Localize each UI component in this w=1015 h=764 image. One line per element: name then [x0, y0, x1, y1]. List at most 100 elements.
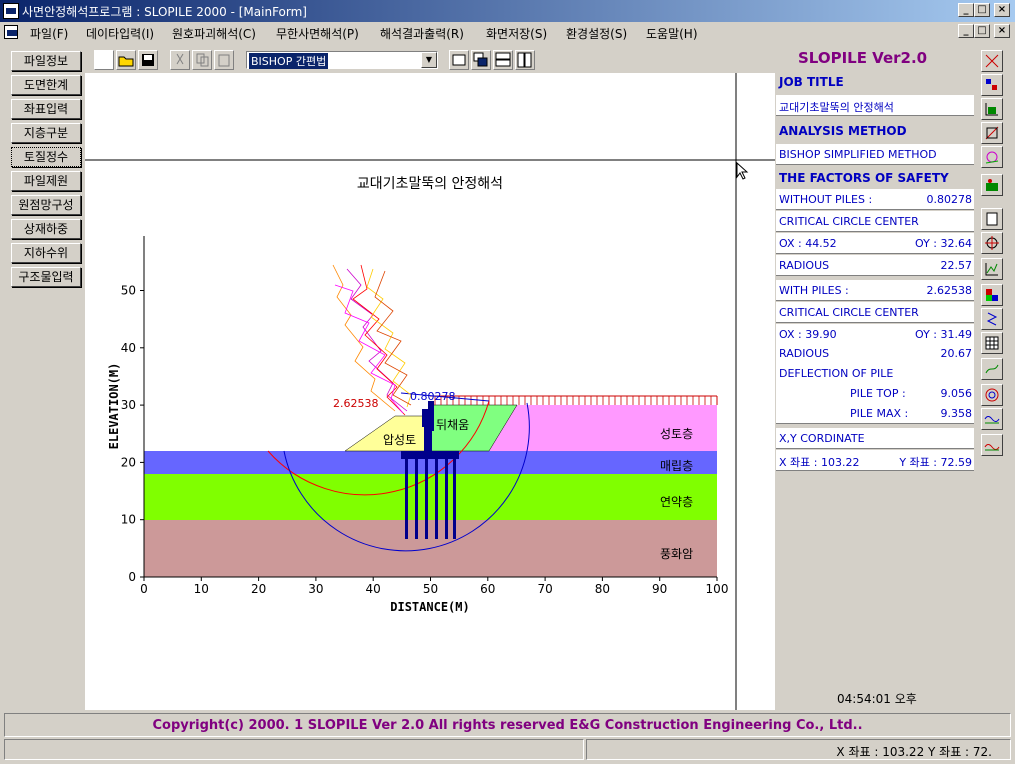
with-piles-value: 2.62538	[926, 284, 973, 297]
pile-max-label: PILE MAX :	[850, 407, 909, 420]
with-piles-label: WITH PILES :	[779, 284, 849, 297]
btn-water-level[interactable]: 지하수위	[11, 243, 81, 263]
oy1-value: OY : 32.64	[915, 237, 972, 250]
layer-label-embankment: 성토층	[660, 427, 693, 441]
method-head-text: ANALYSIS METHOD	[779, 124, 907, 138]
tool-target-icon[interactable]	[981, 232, 1003, 254]
copy-icon[interactable]	[192, 50, 212, 70]
pile-max-value: 9.358	[940, 407, 973, 420]
new-file-icon[interactable]	[94, 50, 114, 70]
close-button[interactable]: ×	[994, 3, 1010, 17]
layer-soft	[144, 474, 717, 520]
cut-icon[interactable]	[170, 50, 190, 70]
tool-circle-icon[interactable]	[981, 146, 1003, 168]
btn-layer-divide[interactable]: 지층구분	[11, 123, 81, 143]
btn-structure-input[interactable]: 구조물입력	[11, 267, 81, 287]
without-piles-label: WITHOUT PILES :	[779, 193, 873, 206]
radius2-row: RADIOUS 20.67	[776, 343, 974, 364]
x-tick-label: 30	[308, 582, 323, 596]
method-select-value: BISHOP 간편법	[249, 53, 329, 69]
tool-slope-icon[interactable]	[981, 122, 1003, 144]
menu-help[interactable]: 도움말(H)	[646, 25, 698, 42]
job-title-value: 교대기초말뚝의 안정해석	[779, 101, 894, 114]
x-tick-label: 60	[480, 582, 495, 596]
pile-top-value: 9.056	[940, 387, 973, 400]
ccc1-label: CRITICAL CIRCLE CENTER	[779, 215, 919, 228]
pile-top-label: PILE TOP :	[850, 387, 906, 400]
without-piles-value: 0.80278	[926, 193, 973, 206]
app-icon[interactable]	[3, 3, 19, 19]
minimize-button[interactable]: _	[958, 3, 974, 17]
tile-horizontal-icon[interactable]	[493, 50, 513, 70]
tool-coord-icon[interactable]	[981, 98, 1003, 120]
cascade-icon[interactable]	[471, 50, 491, 70]
tool-result-icon[interactable]	[981, 434, 1003, 456]
ccc1-row: CRITICAL CIRCLE CENTER	[776, 211, 974, 232]
btn-file-info[interactable]: 파일정보	[11, 51, 81, 71]
copyright-bar: Copyright(c) 2000. 1 SLOPILE Ver 2.0 All…	[4, 713, 1011, 737]
x-coord-value: X 좌표 : 103.22	[779, 456, 860, 469]
btn-surcharge[interactable]: 상재하중	[11, 219, 81, 239]
chevron-down-icon[interactable]: ▼	[421, 52, 437, 68]
tool-deflection-icon[interactable]	[981, 308, 1003, 330]
job-title-row: 교대기초말뚝의 안정해석	[776, 95, 974, 116]
btn-drawing-limit[interactable]: 도면한계	[11, 75, 81, 95]
method-value: BISHOP SIMPLIFIED METHOD	[779, 148, 937, 161]
btn-soil-params[interactable]: 토질정수	[11, 147, 81, 167]
tool-wave-icon[interactable]	[981, 408, 1003, 430]
tool-table-icon[interactable]	[981, 332, 1003, 354]
x-tick-label: 50	[423, 582, 438, 596]
maximize-button[interactable]: □	[974, 3, 990, 17]
menu-infinite-slope[interactable]: 무한사면해석(P)	[276, 25, 359, 42]
mdi-icon[interactable]	[4, 25, 18, 39]
print-preview-icon[interactable]	[449, 50, 469, 70]
oy2-value: OY : 31.49	[915, 328, 972, 341]
layer-label-rock: 풍화암	[660, 547, 693, 561]
xy-head-row: X,Y CORDINATE	[776, 428, 974, 449]
radius2-value: 20.67	[940, 347, 973, 360]
tool-print-icon[interactable]	[981, 208, 1003, 230]
menu-file[interactable]: 파일(F)	[30, 25, 68, 42]
without-piles-row: WITHOUT PILES : 0.80278	[776, 189, 974, 210]
open-folder-icon[interactable]	[116, 50, 136, 70]
mdi-close-button[interactable]: ×	[994, 24, 1010, 38]
mdi-minimize-button[interactable]: _	[958, 24, 974, 38]
menu-settings[interactable]: 환경설정(S)	[566, 25, 627, 42]
oxoy1-row: OX : 44.52 OY : 32.64	[776, 233, 974, 254]
x-tick-label: 20	[251, 582, 266, 596]
btn-coord-input[interactable]: 좌표입력	[11, 99, 81, 119]
method-row: BISHOP SIMPLIFIED METHOD	[776, 144, 974, 165]
paste-icon[interactable]	[214, 50, 234, 70]
y-tick-label: 10	[121, 513, 136, 527]
tool-map-icon[interactable]	[981, 358, 1003, 380]
clock: 04:54:01 오후	[837, 692, 917, 706]
plot-title: 교대기초말뚝의 안정해석	[357, 176, 503, 192]
menu-data-input[interactable]: 데이타입력(I)	[86, 25, 154, 42]
mouse-cursor-icon	[736, 161, 749, 180]
app-title-bar: SLOPILE Ver2.0	[776, 46, 974, 70]
menu-output[interactable]: 해석결과출력(R)	[380, 25, 464, 42]
btn-pile-spec[interactable]: 파일제원	[11, 171, 81, 191]
tool-palette-icon[interactable]	[981, 284, 1003, 306]
surcharge-hatch	[430, 395, 718, 405]
tool-grid-icon[interactable]	[981, 50, 1003, 72]
copyright-text: Copyright(c) 2000. 1 SLOPILE Ver 2.0 All…	[152, 718, 863, 733]
layer-label-soft: 연약층	[660, 494, 693, 509]
tool-section-icon[interactable]	[981, 174, 1003, 196]
tool-chart-icon[interactable]	[981, 258, 1003, 280]
menu-save-screen[interactable]: 화면저장(S)	[486, 25, 547, 42]
fs-header: THE FACTORS OF SAFETY	[776, 167, 974, 189]
tool-contour-icon[interactable]	[981, 384, 1003, 406]
tile-vertical-icon[interactable]	[515, 50, 535, 70]
x-tick-label: 10	[194, 582, 209, 596]
btn-origin-grid[interactable]: 원점망구성	[11, 195, 81, 215]
mdi-restore-button[interactable]: □	[974, 24, 990, 38]
tool-layer-icon[interactable]	[981, 74, 1003, 96]
ccc2-row: CRITICAL CIRCLE CENTER	[776, 302, 974, 323]
method-select[interactable]: BISHOP 간편법 ▼	[246, 51, 438, 69]
status-coords: X 좌표 : 103.22 Y 좌표 : 72.	[836, 745, 992, 759]
menu-circular-failure[interactable]: 원호파괴해석(C)	[172, 25, 256, 42]
radius1-label: RADIOUS	[779, 259, 830, 272]
save-disk-icon[interactable]	[138, 50, 158, 70]
pressure-label: 압성토	[383, 433, 416, 447]
